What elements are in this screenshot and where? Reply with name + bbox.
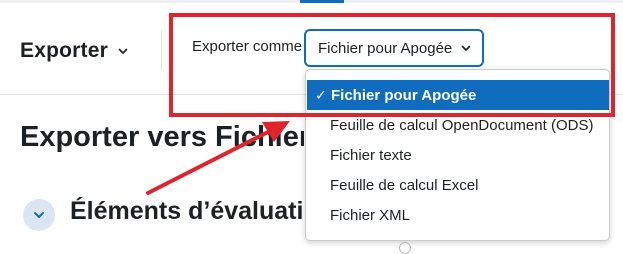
dropdown-option-label: Feuille de calcul OpenDocument (ODS) [330,116,594,134]
exporter-menu-button[interactable]: Exporter [20,37,129,65]
check-icon: ✓ [315,86,327,103]
dropdown-option-label: Fichier XML [330,206,411,224]
dropdown-option-xml[interactable]: Fichier XML [307,200,609,230]
export-format-select[interactable]: Fichier pour Apogée [304,29,484,67]
header-divider [161,30,162,70]
dropdown-option-apogee[interactable]: ✓ Fichier pour Apogée [307,80,609,110]
section-title: Éléments d’évaluation [70,197,304,225]
export-format-selected-value: Fichier pour Apogée [318,39,453,57]
chevron-down-icon [34,212,44,218]
export-as-label: Exporter comme [192,38,303,55]
exporter-label: Exporter [20,39,108,62]
export-format-dropdown: ✓ Fichier pour Apogée Feuille de calcul … [305,69,610,241]
dropdown-option-label: Fichier pour Apogée [331,86,477,104]
dropdown-option-text[interactable]: Fichier texte [307,140,609,170]
dropdown-option-label: Fichier texte [330,146,412,164]
dropdown-option-ods[interactable]: Feuille de calcul OpenDocument (ODS) [307,110,609,140]
chevron-down-icon [461,45,471,51]
dropdown-option-label: Feuille de calcul Excel [330,176,479,194]
chevron-down-icon [118,48,128,54]
section-collapse-button[interactable] [23,199,55,231]
page-title: Exporter vers Fichier [20,121,304,153]
partial-control [399,242,411,254]
dropdown-option-excel[interactable]: Feuille de calcul Excel [307,170,609,200]
